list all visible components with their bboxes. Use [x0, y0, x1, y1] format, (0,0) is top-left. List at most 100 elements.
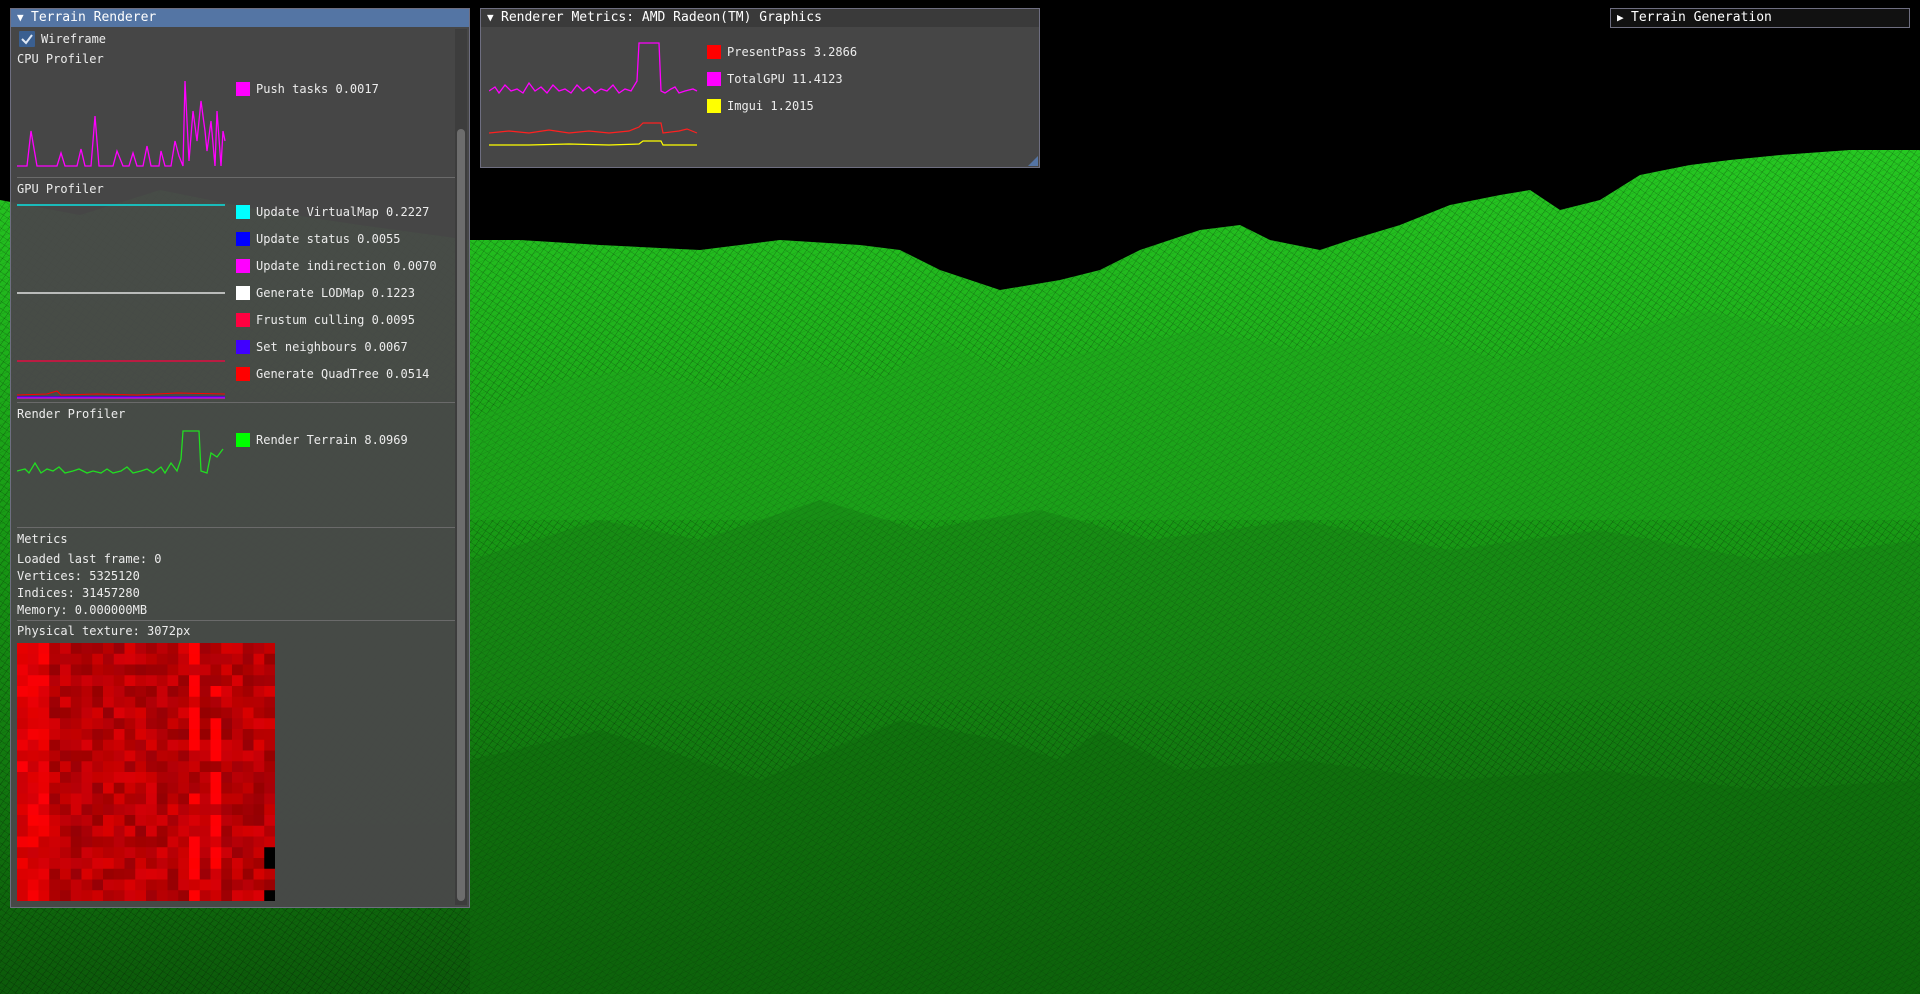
texture-tile [124, 890, 136, 901]
texture-tile [124, 664, 136, 676]
texture-tile [81, 782, 93, 794]
terrain-generation-window[interactable]: ▶ Terrain Generation [1610, 8, 1910, 28]
texture-tile [124, 858, 136, 870]
texture-tile [199, 815, 211, 827]
texture-tile [156, 739, 168, 751]
texture-tile [178, 858, 190, 870]
texture-tile [253, 879, 265, 891]
texture-tile [49, 847, 61, 859]
texture-tile [103, 653, 115, 665]
gpu-legend-swatch [236, 286, 250, 300]
texture-tile [199, 686, 211, 698]
texture-tile [135, 739, 147, 751]
triangle-right-icon[interactable]: ▶ [1617, 9, 1631, 27]
texture-tile [167, 879, 179, 891]
texture-tile [178, 836, 190, 848]
texture-tile [81, 836, 93, 848]
gpu-profiler-plot [17, 204, 226, 399]
texture-tile [178, 815, 190, 827]
cpu-legend-push-tasks: Push tasks 0.0017 [256, 82, 379, 96]
window-title: Renderer Metrics: AMD Radeon(TM) Graphic… [501, 10, 822, 25]
texture-tile [92, 739, 104, 751]
texture-tile [103, 761, 115, 773]
texture-tile [135, 825, 147, 837]
texture-tile [167, 696, 179, 708]
texture-tile [49, 868, 61, 880]
texture-tile [253, 847, 265, 859]
texture-tile [146, 793, 158, 805]
texture-tile [232, 793, 244, 805]
texture-tile [113, 718, 125, 730]
texture-tile [113, 696, 125, 708]
gpu-legend-swatch [236, 259, 250, 273]
texture-tile [167, 653, 179, 665]
texture-tile [232, 729, 244, 741]
texture-tile [103, 793, 115, 805]
texture-tile [210, 879, 222, 891]
renderer-metrics-titlebar[interactable]: ▼ Renderer Metrics: AMD Radeon(TM) Graphi… [481, 9, 1039, 27]
texture-tile [242, 772, 254, 784]
texture-tile [221, 718, 233, 730]
scrollbar[interactable] [455, 29, 467, 905]
terrain-renderer-window[interactable]: ▼ Terrain Renderer Wireframe CPU Profiler… [10, 8, 470, 908]
texture-tile [199, 675, 211, 687]
texture-tile [81, 664, 93, 676]
texture-tile [17, 707, 29, 719]
renderer-metrics-window[interactable]: ▼ Renderer Metrics: AMD Radeon(TM) Graphi… [480, 8, 1040, 168]
cpu-legend-swatch [236, 82, 250, 96]
wireframe-checkbox[interactable] [19, 31, 35, 47]
triangle-down-icon[interactable]: ▼ [17, 9, 31, 27]
texture-tile [70, 815, 82, 827]
render-profiler-plot [17, 430, 224, 475]
texture-tile [27, 643, 39, 655]
texture-tile [221, 643, 233, 655]
texture-tile [221, 772, 233, 784]
texture-tile [135, 643, 147, 655]
texture-tile [38, 879, 50, 891]
texture-tile [17, 696, 29, 708]
texture-tile [242, 653, 254, 665]
texture-tile [232, 643, 244, 655]
texture-tile [81, 793, 93, 805]
texture-tile [49, 718, 61, 730]
texture-tile [81, 707, 93, 719]
scrollbar-thumb[interactable] [457, 129, 465, 901]
terrain-generation-titlebar[interactable]: ▶ Terrain Generation [1611, 9, 1909, 27]
texture-tile [156, 868, 168, 880]
texture-tile [189, 868, 201, 880]
terrain-renderer-titlebar[interactable]: ▼ Terrain Renderer [11, 9, 469, 27]
texture-tile [178, 675, 190, 687]
texture-tile [49, 653, 61, 665]
texture-tile [232, 696, 244, 708]
texture-tile [17, 793, 29, 805]
triangle-down-icon[interactable]: ▼ [487, 9, 501, 27]
texture-tile [232, 836, 244, 848]
texture-tile [167, 890, 179, 901]
resize-grip[interactable] [1028, 156, 1038, 166]
texture-tile [60, 847, 72, 859]
render-legend-render-terrain: Render Terrain 8.0969 [256, 433, 408, 447]
texture-tile [221, 739, 233, 751]
texture-tile [81, 729, 93, 741]
texture-tile [146, 804, 158, 816]
texture-tile [38, 729, 50, 741]
texture-tile [264, 858, 275, 870]
texture-tile [113, 750, 125, 762]
texture-tile [199, 836, 211, 848]
texture-tile [156, 858, 168, 870]
texture-tile [167, 718, 179, 730]
texture-tile [178, 643, 190, 655]
texture-tile [38, 793, 50, 805]
texture-tile [103, 879, 115, 891]
texture-tile [135, 879, 147, 891]
texture-tile [103, 836, 115, 848]
texture-tile [81, 890, 93, 901]
texture-tile [81, 879, 93, 891]
texture-tile [189, 815, 201, 827]
texture-tile [221, 707, 233, 719]
metrics-legend-totalgpu: TotalGPU 11.4123 [727, 72, 843, 86]
texture-tile [221, 729, 233, 741]
texture-tile [135, 782, 147, 794]
cpu-profiler-title: CPU Profiler [17, 52, 104, 66]
texture-tile [60, 815, 72, 827]
